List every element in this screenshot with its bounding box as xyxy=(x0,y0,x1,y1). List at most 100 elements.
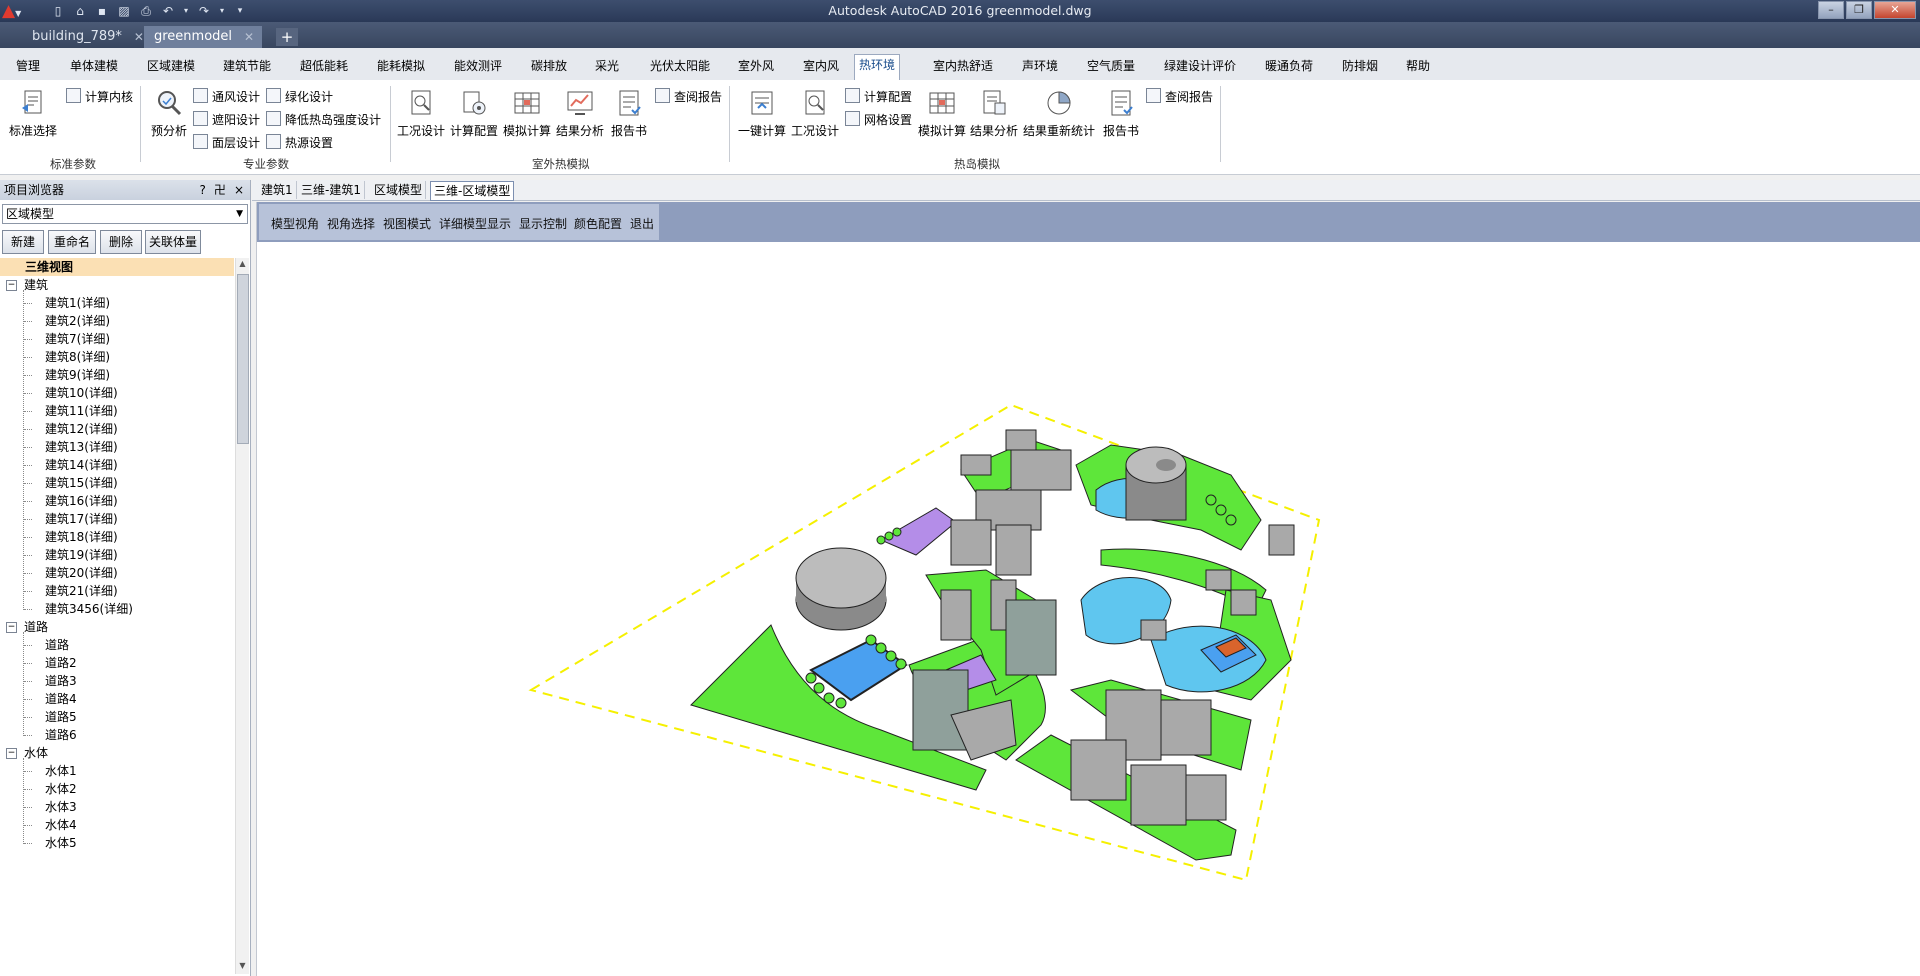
tab-hvac-load[interactable]: 暖通负荷 xyxy=(1261,56,1317,78)
scroll-down-icon[interactable]: ▼ xyxy=(237,961,248,973)
associate-mass-button[interactable]: 关联体量 xyxy=(145,230,201,254)
tree-item-3d-view[interactable]: 三维视图 xyxy=(0,258,234,276)
tree-item-road[interactable]: 道路 xyxy=(0,636,234,654)
tree-item-water[interactable]: 水体5 xyxy=(0,834,234,852)
tree-scrollbar[interactable]: ▲ ▼ xyxy=(235,258,249,974)
pre-analysis-button[interactable]: 预分析 xyxy=(144,88,194,139)
minimize-button[interactable]: – xyxy=(1818,1,1844,19)
outdoor-result-analysis-button[interactable]: 结果分析 xyxy=(555,88,605,139)
island-compute-config-button[interactable]: 计算配置 xyxy=(845,88,912,106)
doc-tab-3d-building1[interactable]: 三维-建筑1 xyxy=(298,181,365,199)
detail-model-display-button[interactable]: 详细模型显示 xyxy=(439,215,511,232)
island-report-button[interactable]: 报告书 xyxy=(1096,88,1146,139)
heat-source-button[interactable]: 热源设置 xyxy=(266,134,333,152)
collapse-icon[interactable]: − xyxy=(6,622,17,633)
help-icon[interactable]: ? xyxy=(200,180,206,200)
close-button[interactable]: ✕ xyxy=(1874,1,1916,19)
model-viewport[interactable]: 模型视角 视角选择 视图模式 详细模型显示 显示控制 颜色配置 退出 xyxy=(256,202,1920,976)
island-result-analysis-button[interactable]: 结果分析 xyxy=(969,88,1019,139)
tree-item-road[interactable]: 道路6 xyxy=(0,726,234,744)
tab-indoor-comfort[interactable]: 室内热舒适 xyxy=(929,56,997,78)
tree-group-road[interactable]: − 道路 xyxy=(0,618,234,636)
close-icon[interactable]: × xyxy=(234,180,244,200)
outdoor-simulate-button[interactable]: 模拟计算 xyxy=(502,88,552,139)
outdoor-view-report-button[interactable]: 查阅报告 xyxy=(655,88,722,106)
tree-item-building[interactable]: 建筑9(详细) xyxy=(0,366,234,384)
tree-item-building[interactable]: 建筑20(详细) xyxy=(0,564,234,582)
pin-icon[interactable]: 卍 xyxy=(214,180,226,200)
new-tab-button[interactable]: + xyxy=(276,28,298,46)
collapse-icon[interactable]: − xyxy=(6,280,17,291)
compute-kernel-button[interactable]: 计算内核 xyxy=(66,88,133,106)
greening-design-button[interactable]: 绿化设计 xyxy=(266,88,333,106)
new-button[interactable]: 新建 xyxy=(2,230,44,254)
tab-energy-evaluation[interactable]: 能效测评 xyxy=(450,56,506,78)
close-icon[interactable]: ✕ xyxy=(134,26,144,48)
tree-item-building[interactable]: 建筑8(详细) xyxy=(0,348,234,366)
one-click-compute-button[interactable]: 一键计算 xyxy=(737,88,787,139)
color-config-button[interactable]: 颜色配置 xyxy=(574,215,622,232)
tree-item-road[interactable]: 道路4 xyxy=(0,690,234,708)
tree-item-water[interactable]: 水体4 xyxy=(0,816,234,834)
tab-daylight[interactable]: 采光 xyxy=(591,56,623,78)
recount-results-button[interactable]: 结果重新统计 xyxy=(1021,88,1097,139)
tab-manage[interactable]: 管理 xyxy=(12,56,44,78)
restore-button[interactable]: ❐ xyxy=(1846,1,1872,19)
tree-item-building[interactable]: 建筑11(详细) xyxy=(0,402,234,420)
mesh-setting-button[interactable]: 网格设置 xyxy=(845,111,912,129)
scroll-up-icon[interactable]: ▲ xyxy=(237,259,248,271)
tree-item-road[interactable]: 道路3 xyxy=(0,672,234,690)
tree-item-building[interactable]: 建筑16(详细) xyxy=(0,492,234,510)
island-simulate-button[interactable]: 模拟计算 xyxy=(917,88,967,139)
tab-help[interactable]: 帮助 xyxy=(1402,56,1434,78)
tree-item-building[interactable]: 建筑12(详细) xyxy=(0,420,234,438)
tab-area-modeling[interactable]: 区域建模 xyxy=(143,56,199,78)
delete-button[interactable]: 删除 xyxy=(100,230,142,254)
outdoor-compute-config-button[interactable]: 计算配置 xyxy=(449,88,499,139)
exit-button[interactable]: 退出 xyxy=(630,215,654,232)
shading-design-button[interactable]: 遮阳设计 xyxy=(193,111,260,129)
outdoor-case-design-button[interactable]: 工况设计 xyxy=(396,88,446,139)
view-mode-button[interactable]: 视图模式 xyxy=(383,215,431,232)
collapse-icon[interactable]: − xyxy=(6,748,17,759)
tree-item-building[interactable]: 建筑19(详细) xyxy=(0,546,234,564)
doc-tab-3d-area-model[interactable]: 三维-区域模型 xyxy=(430,181,515,201)
tree-item-building[interactable]: 建筑15(详细) xyxy=(0,474,234,492)
tab-energy-simulation[interactable]: 能耗模拟 xyxy=(373,56,429,78)
tree-item-building[interactable]: 建筑17(详细) xyxy=(0,510,234,528)
tree-item-water[interactable]: 水体3 xyxy=(0,798,234,816)
tree-item-building[interactable]: 建筑14(详细) xyxy=(0,456,234,474)
tree-item-road[interactable]: 道路2 xyxy=(0,654,234,672)
tree-item-water[interactable]: 水体1 xyxy=(0,762,234,780)
tree-group-building[interactable]: − 建筑 xyxy=(0,276,234,294)
file-tab-building[interactable]: building_789* ✕ xyxy=(22,26,152,48)
doc-tab-building1[interactable]: 建筑1 xyxy=(258,181,297,199)
file-tab-greenmodel[interactable]: greenmodel ✕ xyxy=(144,26,263,48)
tab-ultra-low-energy[interactable]: 超低能耗 xyxy=(296,56,352,78)
model-view-button[interactable]: 模型视角 xyxy=(271,215,319,232)
tree-item-building[interactable]: 建筑10(详细) xyxy=(0,384,234,402)
view-angle-button[interactable]: 视角选择 xyxy=(327,215,375,232)
island-view-report-button[interactable]: 查阅报告 xyxy=(1146,88,1213,106)
model-type-select[interactable]: 区域模型 ▼ xyxy=(2,204,248,224)
tree-item-road[interactable]: 道路5 xyxy=(0,708,234,726)
tree-item-building[interactable]: 建筑1(详细) xyxy=(0,294,234,312)
close-icon[interactable]: ✕ xyxy=(244,26,254,48)
tab-air-quality[interactable]: 空气质量 xyxy=(1083,56,1139,78)
tree-group-water[interactable]: − 水体 xyxy=(0,744,234,762)
tree-item-building[interactable]: 建筑2(详细) xyxy=(0,312,234,330)
tab-single-building[interactable]: 单体建模 xyxy=(66,56,122,78)
tab-thermal-environment[interactable]: 热环境 xyxy=(854,54,901,81)
tab-indoor-wind[interactable]: 室内风 xyxy=(799,56,843,78)
ventilation-design-button[interactable]: 通风设计 xyxy=(193,88,260,106)
tree-item-building[interactable]: 建筑7(详细) xyxy=(0,330,234,348)
display-control-button[interactable]: 显示控制 xyxy=(519,215,567,232)
standard-select-button[interactable]: 标准选择 xyxy=(8,88,58,139)
site-3d-model[interactable] xyxy=(257,242,1917,974)
tab-smoke-control[interactable]: 防排烟 xyxy=(1338,56,1382,78)
tree-item-building[interactable]: 建筑21(详细) xyxy=(0,582,234,600)
island-case-design-button[interactable]: 工况设计 xyxy=(790,88,840,139)
rename-button[interactable]: 重命名 xyxy=(48,230,96,254)
tab-energy-saving[interactable]: 建筑节能 xyxy=(219,56,275,78)
tab-solar-pv[interactable]: 光伏太阳能 xyxy=(646,56,714,78)
